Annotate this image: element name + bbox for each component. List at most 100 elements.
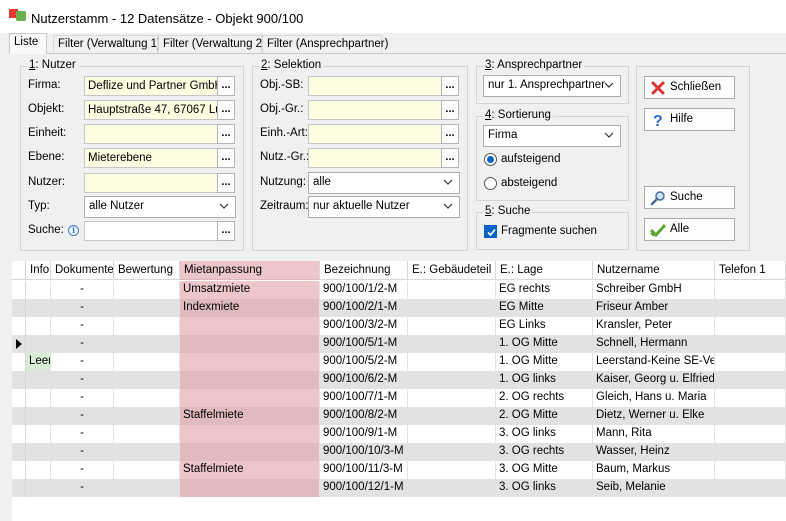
tab-filter-verwaltung-2[interactable]: Filter (Verwaltung 2) [158, 35, 266, 53]
cell-mietanpassung[interactable] [180, 389, 320, 407]
tab-liste[interactable]: Liste [9, 33, 47, 54]
cell-info[interactable] [26, 317, 51, 335]
header-nutzername[interactable]: Nutzername [593, 261, 715, 280]
cell-mietanpassung[interactable]: Umsatzmiete [180, 281, 320, 299]
cell-lage[interactable]: EG Mitte [496, 299, 593, 317]
cell-info[interactable]: Leer [26, 353, 51, 371]
cell-dokumente[interactable]: - [51, 461, 114, 479]
cell-telefon[interactable] [715, 281, 786, 299]
einhart-field[interactable] [308, 124, 441, 144]
current-row-indicator[interactable] [12, 335, 26, 353]
objekt-browse-button[interactable]: ... [217, 100, 235, 120]
header-lage[interactable]: E.: Lage [496, 261, 593, 280]
cell-nutzername[interactable]: Leerstand-Keine SE-Verw [593, 353, 715, 371]
header-dokumente[interactable]: Dokumente [51, 261, 114, 280]
cell-lage[interactable]: 1. OG Mitte [496, 335, 593, 353]
cell-info[interactable] [26, 425, 51, 443]
cell-telefon[interactable] [715, 407, 786, 425]
row-indicator[interactable] [12, 407, 26, 425]
schliessen-button[interactable]: Schließen [644, 76, 735, 99]
cell-lage[interactable]: 1. OG links [496, 371, 593, 389]
cell-dokumente[interactable]: - [51, 353, 114, 371]
cell-bezeichnung[interactable]: 900/100/6/2-M [320, 371, 408, 389]
cell-gebaeudeteil[interactable] [408, 407, 496, 425]
cell-dokumente[interactable]: - [51, 335, 114, 353]
cell-info[interactable] [26, 335, 51, 353]
table-row[interactable]: - 900/100/10/3-M 3. OG rechts Wasser, Heinz [12, 443, 786, 461]
cell-bewertung[interactable] [114, 425, 180, 443]
cell-nutzername[interactable]: Mann, Rita [593, 425, 715, 443]
cell-telefon[interactable] [715, 299, 786, 317]
cell-lage[interactable]: EG rechts [496, 281, 593, 299]
suche-browse-button[interactable]: ... [217, 221, 235, 241]
cell-info[interactable] [26, 443, 51, 461]
row-indicator[interactable] [12, 443, 26, 461]
cell-mietanpassung[interactable] [180, 335, 320, 353]
cell-mietanpassung[interactable] [180, 317, 320, 335]
cell-lage[interactable]: 1. OG Mitte [496, 353, 593, 371]
row-indicator[interactable] [12, 479, 26, 497]
cell-nutzername[interactable]: Dietz, Werner u. Elke [593, 407, 715, 425]
cell-info[interactable] [26, 299, 51, 317]
objgr-browse-button[interactable]: ... [441, 100, 459, 120]
cell-mietanpassung[interactable] [180, 371, 320, 389]
table-row[interactable]: - 900/100/7/1-M 2. OG rechts Gleich, Hans u… [12, 389, 786, 407]
cell-info[interactable] [26, 281, 51, 299]
cell-dokumente[interactable]: - [51, 443, 114, 461]
nutzer-field[interactable] [84, 173, 217, 193]
cell-bezeichnung[interactable]: 900/100/10/3-M [320, 443, 408, 461]
cell-bewertung[interactable] [114, 461, 180, 479]
cell-nutzername[interactable]: Baum, Markus [593, 461, 715, 479]
cell-telefon[interactable] [715, 389, 786, 407]
cell-bezeichnung[interactable]: 900/100/11/3-M [320, 461, 408, 479]
cell-bewertung[interactable] [114, 371, 180, 389]
cell-nutzername[interactable]: Gleich, Hans u. Maria [593, 389, 715, 407]
row-indicator[interactable] [12, 371, 26, 389]
tab-filter-verwaltung-1[interactable]: Filter (Verwaltung 1) [53, 35, 161, 53]
alle-button[interactable]: Alle [644, 218, 735, 241]
cell-telefon[interactable] [715, 353, 786, 371]
nutzer-browse-button[interactable]: ... [217, 173, 235, 193]
table-row[interactable]: - 900/100/6/2-M 1. OG links Kaiser, Georg u… [12, 371, 786, 389]
suche-field[interactable] [84, 221, 217, 241]
header-mietanpassung[interactable]: Mietanpassung [180, 261, 320, 280]
cell-bewertung[interactable] [114, 443, 180, 461]
cell-gebaeudeteil[interactable] [408, 317, 496, 335]
row-indicator[interactable] [12, 317, 26, 335]
cell-mietanpassung[interactable]: Staffelmiete [180, 461, 320, 479]
cell-nutzername[interactable]: Kaiser, Georg u. Elfriede [593, 371, 715, 389]
fragmente-checkbox[interactable] [484, 225, 497, 238]
absteigend-radio[interactable] [484, 177, 497, 190]
cell-mietanpassung[interactable]: Indexmiete [180, 299, 320, 317]
cell-nutzername[interactable]: Schreiber GmbH [593, 281, 715, 299]
zeitraum-select[interactable]: nur aktuelle Nutzer [308, 196, 460, 218]
table-row[interactable]: - 900/100/5/1-M 1. OG Mitte Schnell, Herman… [12, 335, 786, 353]
cell-dokumente[interactable]: - [51, 479, 114, 497]
cell-gebaeudeteil[interactable] [408, 461, 496, 479]
cell-gebaeudeteil[interactable] [408, 425, 496, 443]
table-row[interactable]: - 900/100/12/1-M 3. OG links Seib, Melanie [12, 479, 786, 497]
hilfe-button[interactable]: ? Hilfe [644, 108, 735, 131]
cell-lage[interactable]: EG Links [496, 317, 593, 335]
cell-info[interactable] [26, 389, 51, 407]
cell-dokumente[interactable]: - [51, 389, 114, 407]
cell-info[interactable] [26, 371, 51, 389]
row-indicator[interactable] [12, 425, 26, 443]
einhart-browse-button[interactable]: ... [441, 124, 459, 144]
header-telefon[interactable]: Telefon 1 [715, 261, 786, 280]
cell-bezeichnung[interactable]: 900/100/5/2-M [320, 353, 408, 371]
cell-gebaeudeteil[interactable] [408, 443, 496, 461]
cell-mietanpassung[interactable] [180, 425, 320, 443]
cell-telefon[interactable] [715, 479, 786, 497]
cell-bezeichnung[interactable]: 900/100/7/1-M [320, 389, 408, 407]
cell-dokumente[interactable]: - [51, 317, 114, 335]
cell-bewertung[interactable] [114, 353, 180, 371]
cell-telefon[interactable] [715, 425, 786, 443]
cell-telefon[interactable] [715, 335, 786, 353]
table-row[interactable]: - 900/100/3/2-M EG Links Kransler, Peter [12, 317, 786, 335]
cell-mietanpassung[interactable] [180, 353, 320, 371]
cell-bewertung[interactable] [114, 317, 180, 335]
row-indicator[interactable] [12, 353, 26, 371]
ebene-browse-button[interactable]: ... [217, 148, 235, 168]
ebene-field[interactable]: Mieterebene [84, 148, 217, 168]
